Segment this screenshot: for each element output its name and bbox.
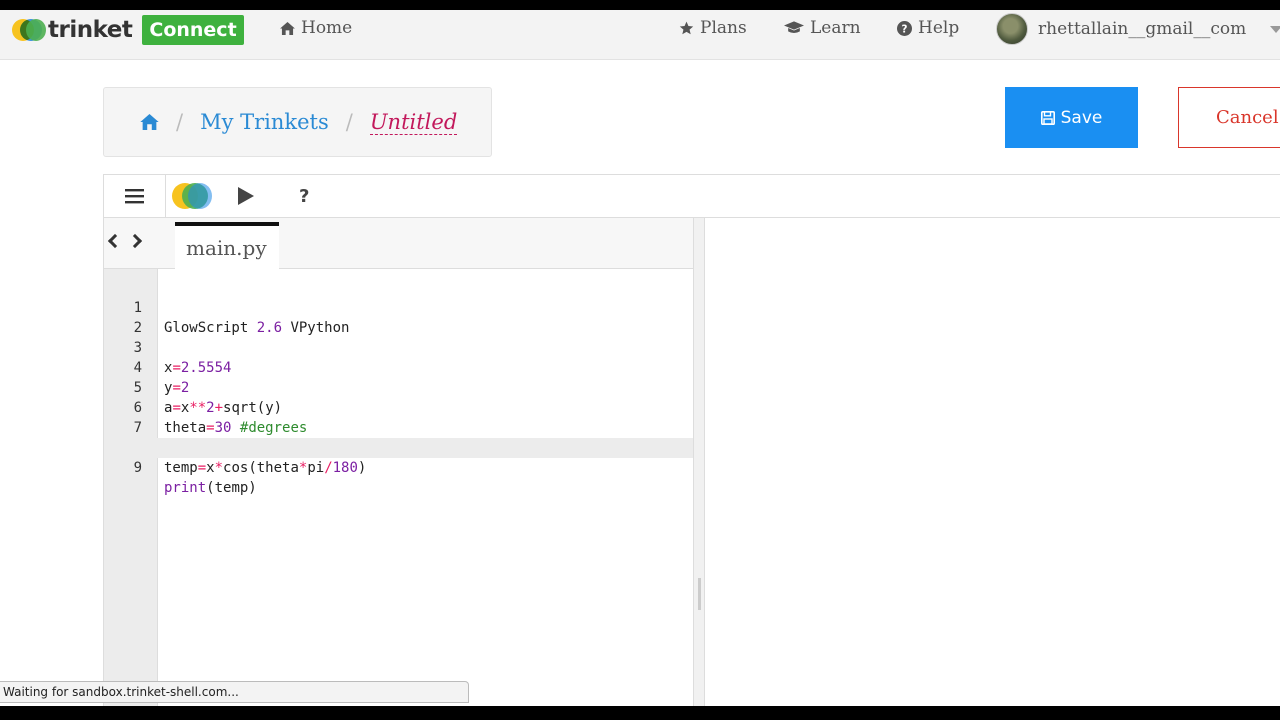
toggle-file-list[interactable]: [107, 232, 143, 249]
code-line: 5 a=x**2+sqrt(y): [104, 358, 693, 416]
nav-learn-label: Learn: [810, 18, 861, 38]
trinket-logo[interactable]: trinket Connect: [12, 15, 244, 45]
nav-plans-label: Plans: [700, 18, 747, 38]
code-area[interactable]: 1 GlowScript 2.6 VPython 2 3 x=2.5554 4 …: [104, 278, 693, 496]
run-button[interactable]: [238, 187, 254, 205]
user-menu[interactable]: rhettallain__gmail__com: [996, 13, 1280, 45]
avatar: [996, 13, 1028, 45]
code-text: print(temp): [164, 480, 257, 496]
cancel-label: Cancel: [1216, 107, 1279, 128]
code-line: 3 x=2.5554: [104, 318, 693, 376]
code-line-active: 9 print(temp): [104, 438, 693, 496]
hamburger-menu-icon: [125, 189, 144, 204]
breadcrumb-my-trinkets[interactable]: My Trinkets: [200, 110, 329, 134]
top-nav: trinket Connect Home Plans Learn ? Help …: [0, 10, 1280, 60]
code-line: 7 #this is another comment: [104, 398, 693, 456]
nav-home-label: Home: [301, 18, 353, 38]
tab-main-py[interactable]: main.py: [175, 222, 279, 269]
code-line: 2: [104, 298, 693, 336]
nav-plans-link[interactable]: Plans: [679, 18, 747, 38]
output-panel: [705, 218, 1280, 706]
code-line: 4 y=2: [104, 338, 693, 396]
help-button[interactable]: ?: [299, 186, 309, 207]
line-number: 9: [133, 460, 142, 476]
graduation-cap-icon: [784, 21, 804, 33]
splitter-grip-icon: [698, 578, 701, 610]
trinket-options-icon[interactable]: [172, 183, 214, 209]
page: trinket Connect Home Plans Learn ? Help …: [0, 10, 1280, 706]
home-icon: [280, 21, 295, 35]
home-icon[interactable]: [140, 114, 159, 130]
code-line: 8 temp=x*cos(theta*pi/180): [104, 418, 693, 476]
panel-splitter[interactable]: [694, 218, 705, 706]
nav-home-link[interactable]: Home: [280, 18, 352, 38]
caret-down-icon: [1270, 25, 1280, 33]
breadcrumb-separator: /: [176, 110, 184, 134]
code-line: 6 theta=30 #degrees: [104, 378, 693, 436]
question-circle-icon: ?: [897, 20, 912, 36]
code-text: temp=x*cos(theta*pi/180): [164, 460, 367, 476]
chevron-left-icon: [107, 233, 123, 249]
user-name: rhettallain__gmail__com: [1038, 19, 1247, 39]
nav-help-link[interactable]: ? Help: [897, 18, 959, 38]
trinket-logo-icon: [12, 17, 46, 43]
file-tabs-bar: main.py: [104, 218, 693, 269]
nav-help-label: Help: [918, 18, 960, 38]
editor-toolbar: ?: [103, 174, 1280, 218]
breadcrumb: / My Trinkets / Untitled: [103, 87, 492, 157]
browser-status-bar: Waiting for sandbox.trinket-shell.com...: [0, 681, 469, 703]
code-line: 1 GlowScript 2.6 VPython: [104, 278, 693, 336]
connect-badge: Connect: [142, 15, 244, 45]
brand-name: trinket: [48, 17, 133, 43]
menu-button[interactable]: [104, 175, 166, 217]
svg-text:?: ?: [902, 23, 908, 35]
code-editor-panel: main.py 1 GlowScript 2.6 VPython 2 3 x=2…: [103, 218, 694, 706]
nav-learn-link[interactable]: Learn: [784, 18, 861, 38]
save-button[interactable]: Save: [1005, 87, 1138, 148]
chevron-right-icon: [127, 233, 143, 249]
breadcrumb-separator: /: [345, 110, 353, 134]
floppy-disk-icon: [1040, 110, 1055, 125]
trinket-title[interactable]: Untitled: [369, 110, 458, 135]
star-icon: [679, 21, 694, 34]
save-label: Save: [1060, 107, 1103, 128]
cancel-button[interactable]: Cancel: [1178, 87, 1280, 148]
